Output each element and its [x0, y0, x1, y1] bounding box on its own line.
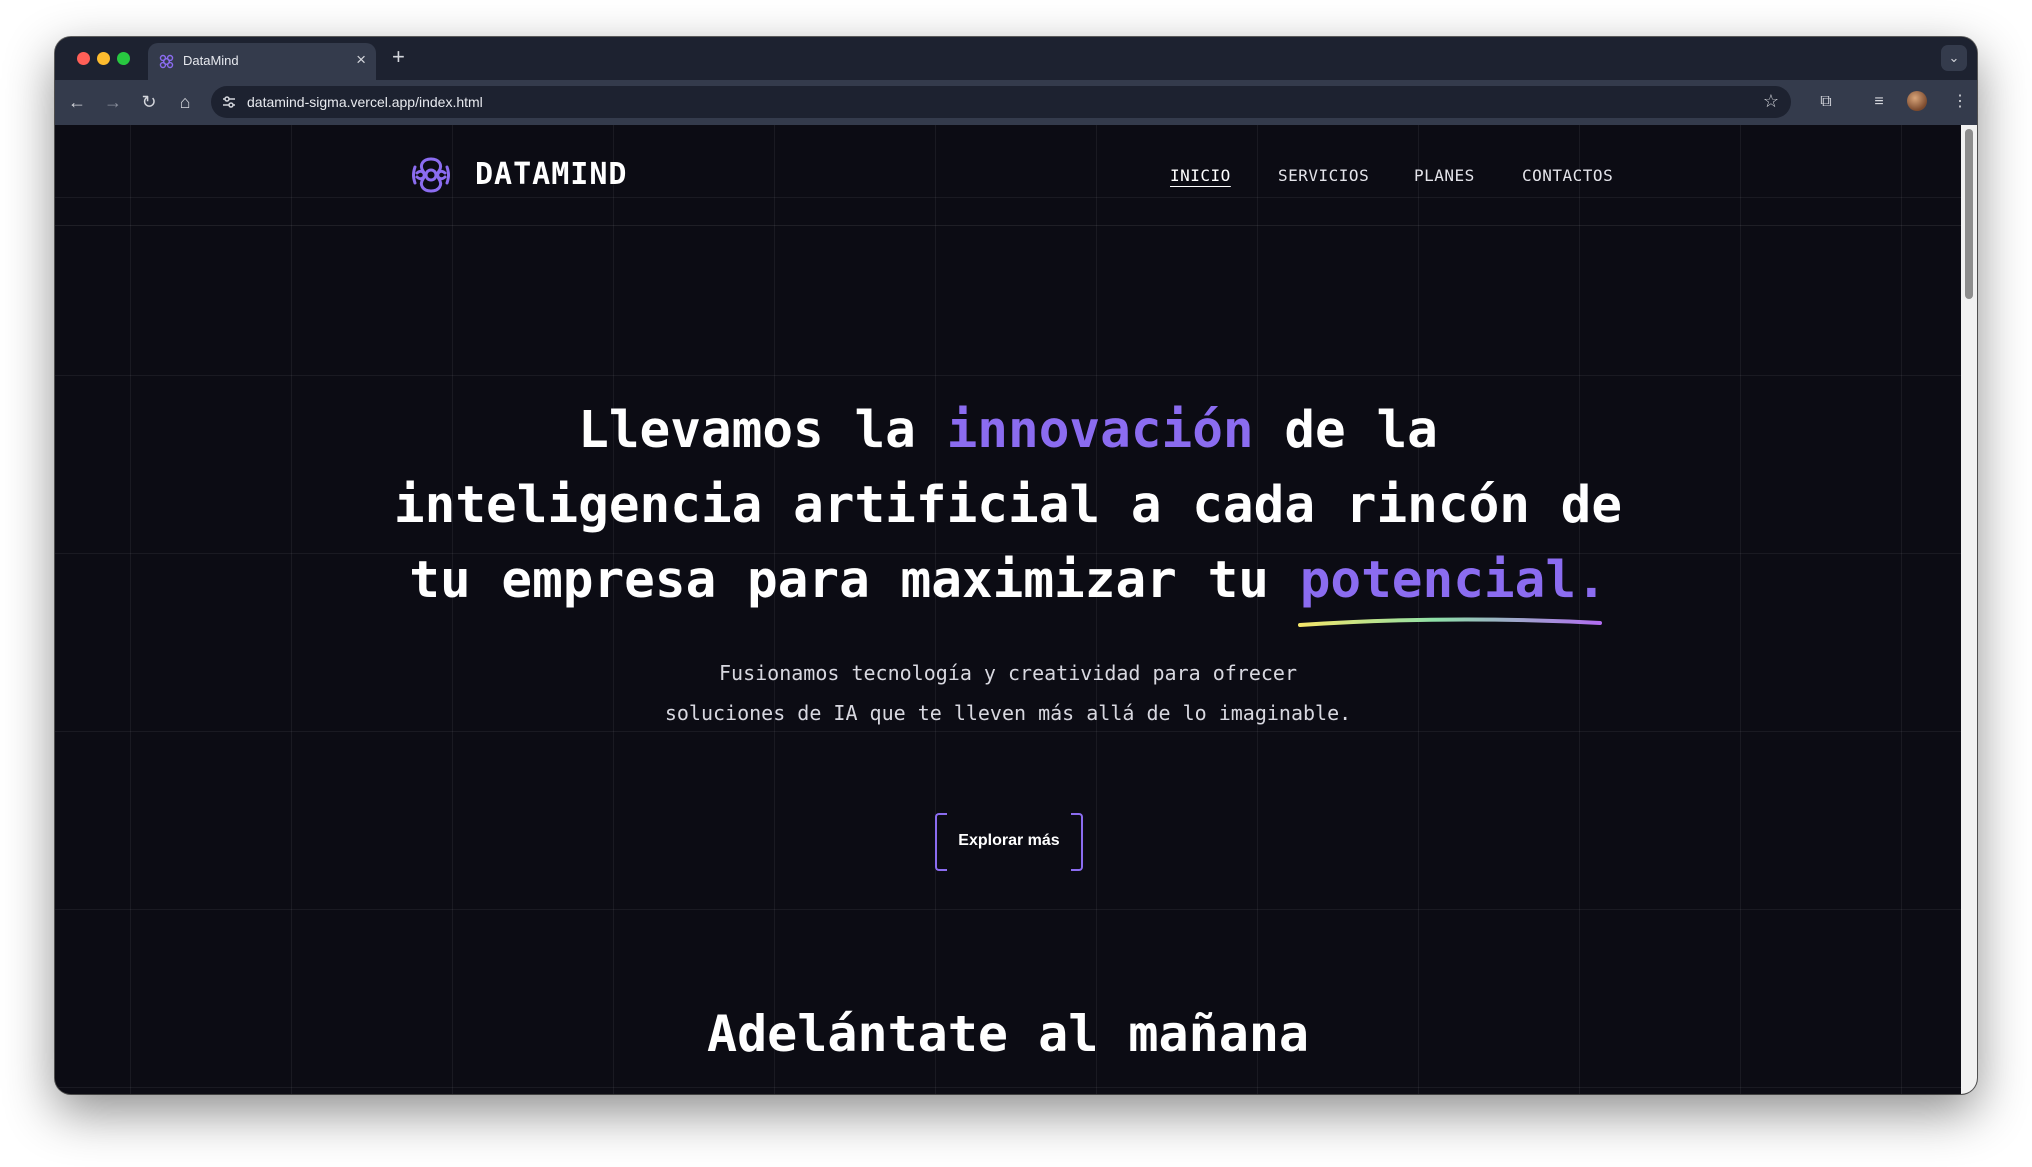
forward-icon[interactable]: →: [101, 90, 125, 114]
address-bar[interactable]: datamind-sigma.vercel.app/index.html ☆: [211, 86, 1791, 118]
url-text: datamind-sigma.vercel.app/index.html: [247, 94, 483, 110]
datamind-logo-icon[interactable]: [409, 153, 453, 197]
headline-line-2: inteligencia artificial a cada rincón de: [393, 476, 1623, 535]
minimize-window-button[interactable]: [97, 52, 110, 65]
tab-close-icon[interactable]: ×: [356, 50, 366, 70]
explorar-mas-button[interactable]: Explorar más: [935, 813, 1083, 871]
extensions-icon[interactable]: ⧉: [1814, 90, 1838, 114]
headline-text: de la: [1253, 401, 1438, 460]
nav-link-inicio[interactable]: INICIO: [1170, 166, 1231, 185]
cta-label: Explorar más: [958, 832, 1060, 849]
scrollbar-thumb[interactable]: [1965, 129, 1973, 299]
page-scrollbar[interactable]: [1961, 125, 1977, 1094]
logo-wordmark[interactable]: DATAMIND: [475, 157, 628, 192]
reading-list-icon[interactable]: ≡: [1867, 90, 1891, 114]
headline-line-1: Llevamos la innovación de la: [55, 393, 1961, 468]
browser-menu-icon[interactable]: ⋮: [1948, 90, 1972, 114]
reload-icon[interactable]: ↻: [137, 90, 161, 114]
gradient-underline-decoration: [1297, 617, 1602, 627]
nav-link-contactos[interactable]: CONTACTOS: [1522, 166, 1613, 185]
bookmark-star-icon[interactable]: ☆: [1763, 91, 1779, 112]
datamind-favicon-icon: [159, 54, 174, 69]
headline-accent-potencial-wrap: potencial.: [1297, 543, 1607, 627]
headline-line-3: tu empresa para maximizar tu potencial.: [55, 543, 1961, 627]
browser-toolbar: ← → ↻ ⌂ datamind-sigma.vercel.app/index.…: [55, 80, 1977, 125]
back-icon[interactable]: ←: [65, 90, 89, 114]
subtitle-line-2: soluciones de IA que te lleven más allá …: [664, 701, 1352, 725]
page-viewport: DATAMIND INICIO SERVICIOS PLANES CONTACT…: [55, 125, 1961, 1094]
browser-tab[interactable]: DataMind ×: [148, 43, 376, 80]
site-header: DATAMIND INICIO SERVICIOS PLANES CONTACT…: [55, 125, 1961, 226]
button-bracket-left: [935, 813, 947, 871]
tab-search-button[interactable]: ⌄: [1941, 45, 1967, 71]
subtitle-line-1: Fusionamos tecnología y creatividad para…: [719, 661, 1297, 685]
close-window-button[interactable]: [77, 52, 90, 65]
browser-window: DataMind × + ⌄ ← → ↻ ⌂ datamind-sigma.ve…: [55, 37, 1977, 1094]
headline-text: Llevamos la: [578, 401, 947, 460]
headline-accent-innovacion: innovación: [946, 401, 1254, 460]
profile-avatar[interactable]: [1907, 91, 1927, 111]
site-settings-icon[interactable]: [221, 94, 237, 110]
hero-subtitle: Fusionamos tecnología y creatividad para…: [55, 653, 1961, 733]
home-icon[interactable]: ⌂: [173, 90, 197, 114]
maximize-window-button[interactable]: [117, 52, 130, 65]
button-bracket-right: [1071, 813, 1083, 871]
hero-headline: Llevamos la innovación de la inteligenci…: [55, 393, 1961, 627]
new-tab-button[interactable]: +: [392, 44, 405, 70]
tab-bar: DataMind × + ⌄: [55, 37, 1977, 80]
nav-link-servicios[interactable]: SERVICIOS: [1278, 166, 1369, 185]
nav-link-planes[interactable]: PLANES: [1414, 166, 1475, 185]
section-title: Adelántate al mañana: [706, 1005, 1310, 1063]
headline-accent-potencial: potencial.: [1299, 551, 1607, 610]
headline-text: tu empresa para maximizar tu: [409, 551, 1300, 610]
tab-title: DataMind: [183, 53, 239, 68]
